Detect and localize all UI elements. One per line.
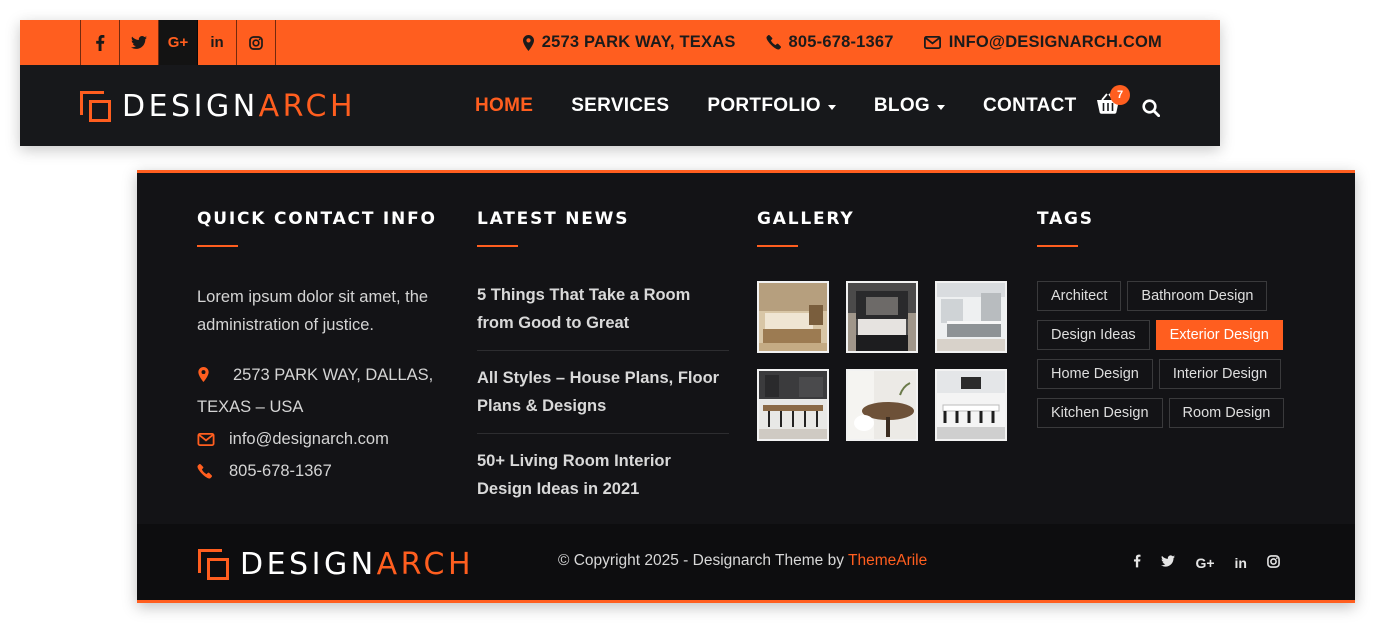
nav-home[interactable]: HOME <box>475 95 533 117</box>
widget-title: QUICK CONTACT INFO <box>197 209 437 229</box>
cart-count-badge: 7 <box>1110 85 1130 105</box>
site-logo[interactable]: DESIGNARCH <box>80 89 356 124</box>
header-phone-text: 805-678-1367 <box>788 33 894 51</box>
title-underline <box>1037 245 1078 247</box>
news-item[interactable]: All Styles – House Plans, Floor Plans & … <box>477 364 729 434</box>
gallery-image-office[interactable] <box>935 369 1007 441</box>
logo-text: DESIGNARCH <box>122 89 357 124</box>
widget-title: GALLERY <box>757 209 855 229</box>
nav-services[interactable]: SERVICES <box>571 95 669 117</box>
widget-title: LATEST NEWS <box>477 209 630 229</box>
widget-latest-news: LATEST NEWS 5 Things That Take a Room fr… <box>477 209 729 529</box>
envelope-icon <box>197 432 215 446</box>
widget-gallery: GALLERY <box>757 209 1007 441</box>
instagram-icon[interactable] <box>1267 554 1280 572</box>
footer-phone[interactable]: 805-678-1367 <box>197 455 447 487</box>
search-icon[interactable] <box>1142 99 1160 117</box>
footer-social-links: G+ in <box>1133 554 1280 572</box>
caret-down-icon <box>936 104 945 110</box>
news-item[interactable]: 5 Things That Take a Room from Good to G… <box>477 281 729 351</box>
header-email[interactable]: INFO@DESIGNARCH.COM <box>923 33 1162 52</box>
tag-exterior-design[interactable]: Exterior Design <box>1155 320 1283 350</box>
facebook-icon[interactable] <box>81 20 120 65</box>
gallery-image-kitchen[interactable] <box>935 281 1007 353</box>
nav-portfolio[interactable]: PORTFOLIO <box>707 95 836 117</box>
tag-kitchen-design[interactable]: Kitchen Design <box>1037 398 1163 428</box>
footer-logo[interactable]: DESIGNARCH <box>198 547 474 582</box>
footer-address-text: 2573 PARK WAY, DALLAS, TEXAS – USA <box>197 366 434 416</box>
widget-title: TAGS <box>1037 209 1094 229</box>
header-contact-info: 2573 PARK WAY, TEXAS 805-678-1367 INFO@D… <box>522 20 1162 65</box>
google-plus-icon[interactable]: G+ <box>159 20 198 65</box>
map-marker-icon <box>522 34 534 51</box>
gallery-image-dark-bedroom[interactable] <box>846 281 918 353</box>
phone-icon <box>197 463 212 479</box>
footer-widgets: QUICK CONTACT INFO Lorem ipsum dolor sit… <box>137 173 1355 524</box>
map-marker-icon <box>198 367 209 382</box>
tag-design-ideas[interactable]: Design Ideas <box>1037 320 1150 350</box>
tag-home-design[interactable]: Home Design <box>1037 359 1153 389</box>
footer-phone-text: 805-678-1367 <box>229 462 332 480</box>
linkedin-icon[interactable]: in <box>198 20 237 65</box>
widget-quick-contact: QUICK CONTACT INFO Lorem ipsum dolor sit… <box>197 209 447 487</box>
widget-tags: TAGS Architect Bathroom Design Design Id… <box>1037 209 1297 428</box>
footer-email[interactable]: info@designarch.com <box>197 423 447 455</box>
tag-cloud: Architect Bathroom Design Design Ideas E… <box>1037 281 1297 428</box>
title-underline <box>197 245 238 247</box>
google-plus-icon[interactable]: G+ <box>1195 555 1214 571</box>
instagram-icon[interactable] <box>237 20 276 65</box>
quick-contact-text: Lorem ipsum dolor sit amet, the administ… <box>197 288 429 334</box>
facebook-icon[interactable] <box>1133 554 1141 572</box>
nav-blog[interactable]: BLOG <box>874 95 945 117</box>
main-navbar: DESIGNARCH HOME SERVICES PORTFOLIO BLOG … <box>20 65 1220 146</box>
footer-email-text: info@designarch.com <box>229 430 389 448</box>
gallery-image-dining[interactable] <box>757 369 829 441</box>
news-list: 5 Things That Take a Room from Good to G… <box>477 281 729 516</box>
logo-mark-icon <box>198 548 230 581</box>
copyright-text: © Copyright 2025 - Designarch Theme by T… <box>558 552 928 569</box>
nav-contact[interactable]: CONTACT <box>983 95 1077 117</box>
linkedin-icon[interactable]: in <box>1235 555 1247 571</box>
logo-mark-icon <box>80 90 112 123</box>
title-underline <box>477 245 518 247</box>
tag-interior-design[interactable]: Interior Design <box>1158 359 1282 389</box>
twitter-icon[interactable] <box>1161 555 1176 571</box>
main-menu: HOME SERVICES PORTFOLIO BLOG CONTACT <box>475 65 1115 146</box>
themearile-link[interactable]: ThemeArile <box>848 552 927 569</box>
news-item[interactable]: 50+ Living Room Interior Design Ideas in… <box>477 447 729 516</box>
site-header: G+ in 2573 PARK WAY, TEXAS 805-678-1367 … <box>20 20 1220 146</box>
header-email-text: INFO@DESIGNARCH.COM <box>948 33 1162 51</box>
header-address: 2573 PARK WAY, TEXAS <box>522 33 736 52</box>
footer-address: 2573 PARK WAY, DALLAS, TEXAS – USA <box>197 359 447 423</box>
tag-bathroom-design[interactable]: Bathroom Design <box>1127 281 1268 311</box>
envelope-icon <box>923 36 941 49</box>
top-bar: G+ in 2573 PARK WAY, TEXAS 805-678-1367 … <box>20 20 1220 65</box>
gallery-image-wood-table[interactable] <box>846 369 918 441</box>
header-social-links: G+ in <box>80 20 276 65</box>
header-phone[interactable]: 805-678-1367 <box>765 33 894 52</box>
footer-bottom-bar: DESIGNARCH © Copyright 2025 - Designarch… <box>137 524 1355 603</box>
tag-room-design[interactable]: Room Design <box>1168 398 1285 428</box>
header-address-text: 2573 PARK WAY, TEXAS <box>541 33 736 51</box>
tag-architect[interactable]: Architect <box>1037 281 1122 311</box>
twitter-icon[interactable] <box>120 20 159 65</box>
caret-down-icon <box>827 104 836 110</box>
gallery-grid <box>757 281 1007 441</box>
logo-text: DESIGNARCH <box>240 547 475 582</box>
gallery-image-bedroom[interactable] <box>757 281 829 353</box>
title-underline <box>757 245 798 247</box>
phone-icon <box>765 35 781 50</box>
site-footer: QUICK CONTACT INFO Lorem ipsum dolor sit… <box>137 170 1355 603</box>
